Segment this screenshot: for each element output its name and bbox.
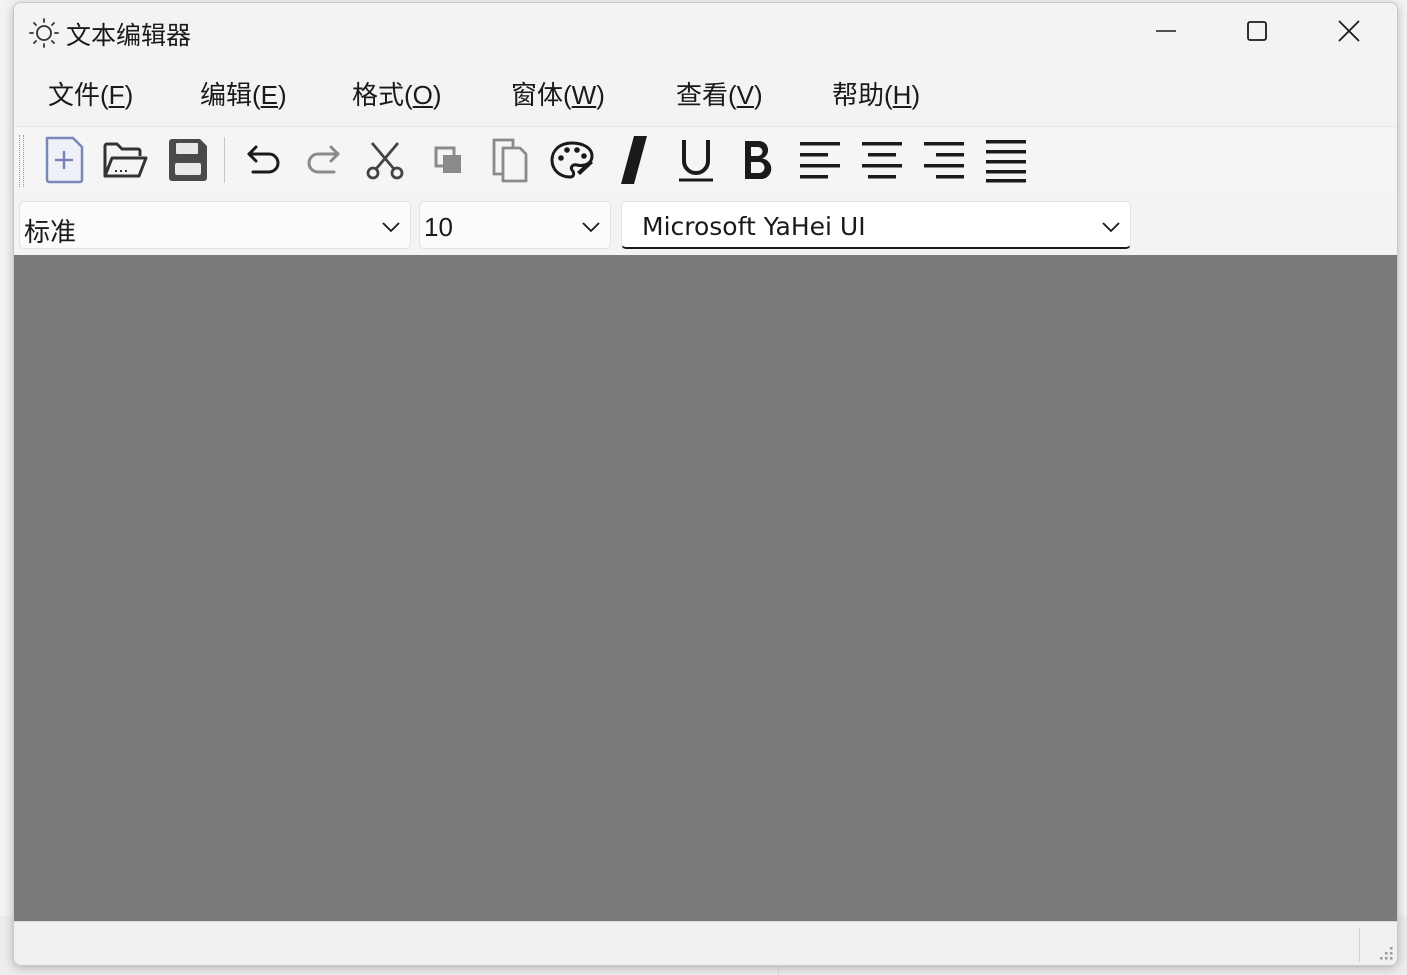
redo-icon [307,145,340,174]
bold-button[interactable] [731,133,785,187]
align-right-button[interactable] [917,133,971,187]
style-value: 标准 [24,217,77,247]
close-button[interactable] [1303,3,1395,59]
justify-button[interactable] [979,133,1033,187]
menu-format[interactable]: 格式(O) [352,75,442,112]
status-separator [1359,928,1360,962]
new-file-icon [45,136,84,184]
underline-icon [679,140,713,182]
toolbar [14,126,1397,195]
maximize-icon [1247,21,1267,41]
menu-file[interactable]: 文件(F) [48,75,133,112]
bold-icon [745,140,772,180]
font-family-combobox[interactable]: Microsoft YaHei UI [621,201,1131,249]
save-icon [169,139,207,181]
undo-button[interactable] [236,133,290,187]
redo-button[interactable] [297,133,351,187]
toolbar-separator [224,137,225,183]
sun-icon [29,18,59,48]
menu-help[interactable]: 帮助(H) [832,75,920,112]
open-button[interactable] [98,133,152,187]
align-right-icon [924,142,964,179]
menu-edit[interactable]: 编辑(E) [200,75,287,112]
chevron-down-icon [1102,222,1120,233]
undo-icon [247,145,280,174]
minimize-icon [1156,30,1176,32]
font-size-combobox[interactable]: 10 [419,201,611,249]
cut-button[interactable] [358,133,412,187]
new-file-button[interactable] [37,133,91,187]
title-bar[interactable]: 文本编辑器 [14,3,1397,59]
chevron-down-icon [382,222,400,233]
mdi-client-area[interactable] [14,255,1397,921]
status-bar [14,921,1397,965]
paste-icon [492,138,528,183]
align-center-button[interactable] [855,133,909,187]
window-title: 文本编辑器 [66,22,192,50]
cut-icon [366,142,404,180]
menu-view[interactable]: 查看(V) [676,75,763,112]
align-left-button[interactable] [793,133,847,187]
font-size-value: 10 [424,212,453,242]
toolbar-grip[interactable] [19,135,24,187]
editor-window: 文本编辑器 文件(F) 编辑(E) 格式(O) 窗体(W) 查看(V) 帮助(H… [13,2,1398,966]
menu-bar: 文件(F) 编辑(E) 格式(O) 窗体(W) 查看(V) 帮助(H) [14,59,1397,125]
format-bar: 标准 10 Microsoft YaHei UI [14,193,1397,255]
open-folder-icon [103,142,148,178]
italic-icon [621,136,647,184]
font-family-value: Microsoft YaHei UI [642,212,866,241]
underline-button[interactable] [669,133,723,187]
justify-icon [986,140,1026,183]
color-button[interactable] [545,133,599,187]
minimize-button[interactable] [1120,3,1212,59]
save-button[interactable] [161,133,215,187]
chevron-down-icon [582,222,600,233]
align-left-icon [800,142,840,179]
palette-icon [550,141,594,179]
maximize-button[interactable] [1211,3,1303,59]
style-combobox[interactable]: 标准 [19,201,411,249]
resize-grip-icon[interactable] [1375,944,1395,964]
close-icon [1338,20,1360,42]
paste-button[interactable] [483,133,537,187]
copy-icon [434,146,461,173]
copy-button[interactable] [421,133,475,187]
menu-window[interactable]: 窗体(W) [511,75,605,112]
align-center-icon [862,142,902,179]
italic-button[interactable] [607,133,661,187]
